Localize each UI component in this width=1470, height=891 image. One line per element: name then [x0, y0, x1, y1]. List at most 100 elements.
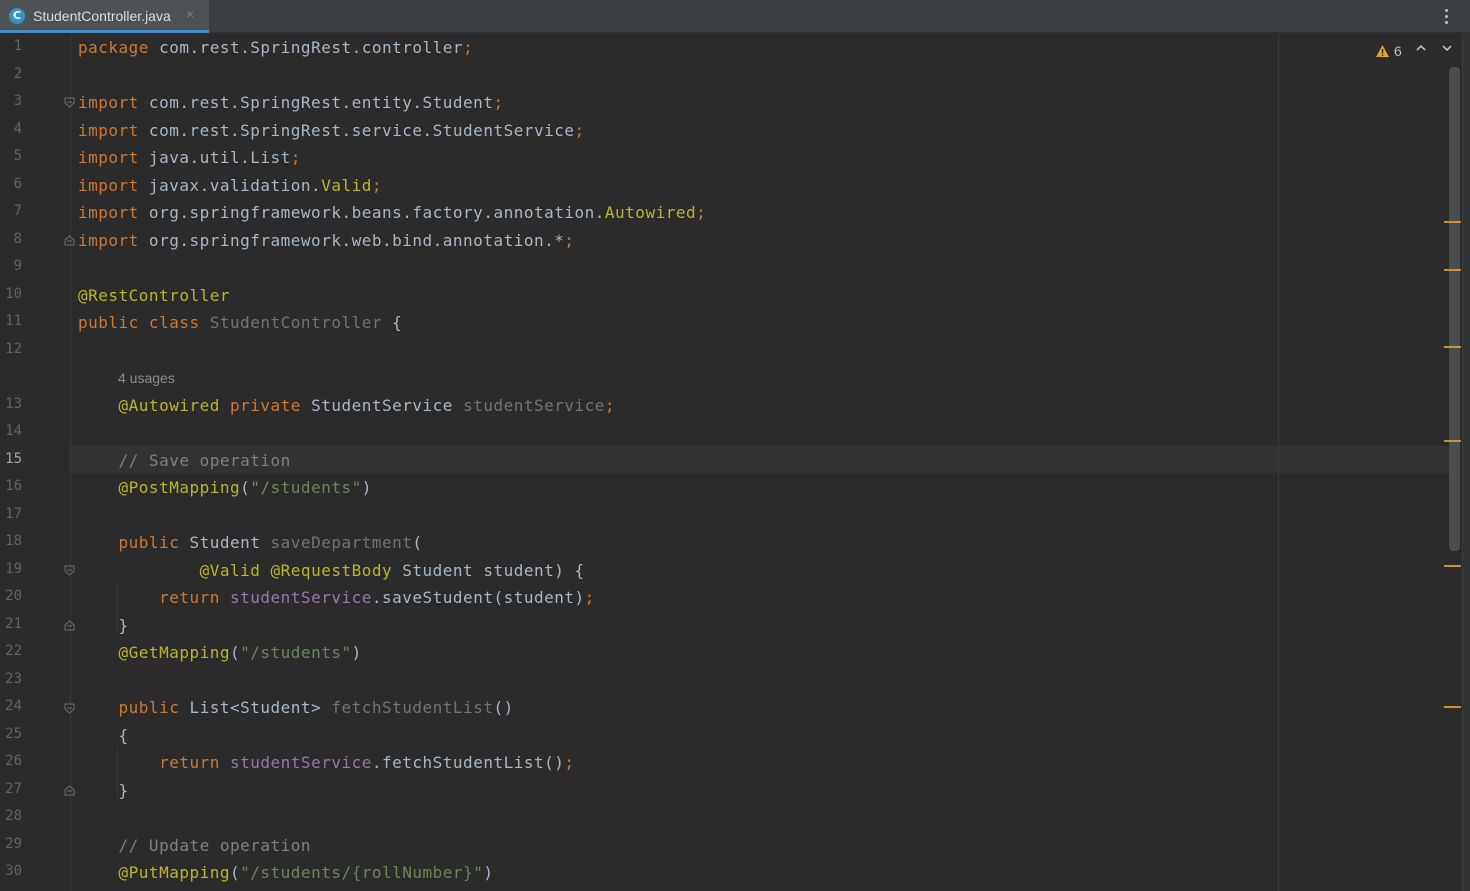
line-number[interactable]: 18 [0, 533, 22, 549]
line-number[interactable]: 30 [0, 863, 22, 879]
code-line[interactable]: 24 public List<Student> fetchStudentList… [0, 694, 1440, 721]
code-line[interactable]: 30 @PutMapping("/students/{rollNumber}") [0, 859, 1440, 886]
line-number[interactable]: 8 [0, 231, 22, 247]
line-number[interactable]: 2 [0, 66, 22, 82]
code-text[interactable]: import com.rest.SpringRest.service.Stude… [78, 121, 585, 140]
fold-end-icon[interactable] [64, 785, 75, 796]
more-options-icon[interactable] [1438, 6, 1454, 26]
code-line[interactable]: 22 @GetMapping("/students") [0, 639, 1440, 666]
usages-inlay-hint[interactable]: 4 usages [118, 370, 175, 386]
line-number[interactable]: 23 [0, 671, 22, 687]
fold-start-icon[interactable] [64, 703, 75, 714]
line-number[interactable]: 21 [0, 616, 22, 632]
code-text[interactable]: import org.springframework.web.bind.anno… [78, 231, 575, 250]
code-text[interactable]: @Autowired private StudentService studen… [78, 396, 615, 415]
code-line[interactable]: 23 [0, 667, 1440, 694]
code-line[interactable]: 27 } [0, 777, 1440, 804]
code-text[interactable]: public class StudentController { [78, 313, 402, 332]
line-number[interactable]: 3 [0, 93, 22, 109]
code-line[interactable]: 28 [0, 804, 1440, 831]
code-line[interactable]: 2 [0, 62, 1440, 89]
code-text[interactable]: @PutMapping("/students/{rollNumber}") [78, 863, 493, 882]
code-line[interactable]: 21 } [0, 612, 1440, 639]
line-number[interactable]: 29 [0, 836, 22, 852]
line-number[interactable]: 27 [0, 781, 22, 797]
code-text[interactable]: @RestController [78, 286, 230, 305]
code-text[interactable]: @PostMapping("/students") [78, 478, 372, 497]
code-line[interactable]: 15 // Save operation [0, 447, 1440, 474]
line-number[interactable]: 9 [0, 258, 22, 274]
line-number[interactable]: 15 [0, 451, 22, 467]
line-number[interactable]: 28 [0, 808, 22, 824]
line-number[interactable]: 26 [0, 753, 22, 769]
line-number[interactable]: 4 [0, 121, 22, 137]
code-line[interactable]: 10 @RestController [0, 282, 1440, 309]
code-line[interactable]: 4 import com.rest.SpringRest.service.Stud… [0, 117, 1440, 144]
warning-stripe-mark[interactable] [1444, 221, 1461, 223]
line-number[interactable]: 12 [0, 341, 22, 357]
previous-highlight-icon[interactable] [1414, 41, 1428, 55]
warning-stripe-mark[interactable] [1444, 565, 1461, 567]
code-line[interactable]: 26 return studentService.fetchStudentLis… [0, 749, 1440, 776]
code-line[interactable]: 3 import com.rest.SpringRest.entity.Stude… [0, 89, 1440, 116]
warning-stripe-mark[interactable] [1444, 269, 1461, 271]
code-line[interactable]: 29 // Update operation [0, 832, 1440, 859]
line-number[interactable]: 6 [0, 176, 22, 192]
code-line[interactable]: 11 public class StudentController { [0, 309, 1440, 336]
fold-start-icon[interactable] [64, 97, 75, 108]
code-editor[interactable]: 1 package com.rest.SpringRest.controller;… [0, 33, 1470, 891]
code-line[interactable]: 14 [0, 419, 1440, 446]
code-text[interactable]: public Student saveDepartment( [78, 533, 423, 552]
line-number[interactable]: 24 [0, 698, 22, 714]
line-number[interactable]: 7 [0, 203, 22, 219]
code-line[interactable]: 9 [0, 254, 1440, 281]
code-line[interactable]: 5 import java.util.List; [0, 144, 1440, 171]
code-text[interactable]: import com.rest.SpringRest.entity.Studen… [78, 93, 504, 112]
line-number[interactable]: 1 [0, 38, 22, 54]
line-number[interactable]: 5 [0, 148, 22, 164]
code-text[interactable]: } [78, 781, 129, 800]
code-line[interactable]: 17 [0, 502, 1440, 529]
code-line[interactable]: 12 [0, 337, 1440, 364]
vertical-scrollbar-thumb[interactable] [1449, 67, 1460, 551]
tab-student-controller[interactable]: C StudentController.java × [0, 0, 209, 33]
code-line[interactable]: 7 import org.springframework.beans.factor… [0, 199, 1440, 226]
code-line[interactable]: 16 @PostMapping("/students") [0, 474, 1440, 501]
line-number[interactable]: 25 [0, 726, 22, 742]
code-text[interactable]: { [78, 726, 129, 745]
line-number[interactable]: 16 [0, 478, 22, 494]
warning-stripe-mark[interactable] [1444, 440, 1461, 442]
line-number[interactable]: 20 [0, 588, 22, 604]
line-number[interactable]: 17 [0, 506, 22, 522]
line-number[interactable]: 19 [0, 561, 22, 577]
fold-end-icon[interactable] [64, 620, 75, 631]
code-line[interactable]: 1 package com.rest.SpringRest.controller; [0, 34, 1440, 61]
code-text[interactable]: import javax.validation.Valid; [78, 176, 382, 195]
code-text[interactable]: import java.util.List; [78, 148, 301, 167]
code-text[interactable]: } [78, 616, 129, 635]
code-line[interactable]: 19 @Valid @RequestBody Student student) … [0, 557, 1440, 584]
code-text[interactable]: // Update operation [78, 836, 311, 855]
line-number[interactable]: 13 [0, 396, 22, 412]
warning-stripe-mark[interactable] [1444, 346, 1461, 348]
fold-end-icon[interactable] [64, 235, 75, 246]
line-number[interactable]: 11 [0, 313, 22, 329]
inspection-widget[interactable]: 6 [1375, 41, 1402, 61]
code-text[interactable]: package com.rest.SpringRest.controller; [78, 38, 473, 57]
code-text[interactable]: @Valid @RequestBody Student student) { [78, 561, 585, 580]
code-line[interactable]: 20 return studentService.saveStudent(stu… [0, 584, 1440, 611]
code-line[interactable]: 25 { [0, 722, 1440, 749]
code-text[interactable]: // Save operation [78, 451, 291, 470]
fold-start-icon[interactable] [64, 565, 75, 576]
code-text[interactable]: @GetMapping("/students") [78, 643, 362, 662]
code-line[interactable]: 6 import javax.validation.Valid; [0, 172, 1440, 199]
code-text[interactable]: return studentService.fetchStudentList()… [78, 753, 575, 772]
code-text[interactable]: public List<Student> fetchStudentList() [78, 698, 514, 717]
code-line[interactable]: 18 public Student saveDepartment( [0, 529, 1440, 556]
code-line[interactable]: 13 @Autowired private StudentService stu… [0, 392, 1440, 419]
warning-stripe-mark[interactable] [1444, 706, 1461, 708]
code-text[interactable]: import org.springframework.beans.factory… [78, 203, 706, 222]
line-number[interactable]: 10 [0, 286, 22, 302]
code-text[interactable]: return studentService.saveStudent(studen… [78, 588, 595, 607]
line-number[interactable]: 22 [0, 643, 22, 659]
